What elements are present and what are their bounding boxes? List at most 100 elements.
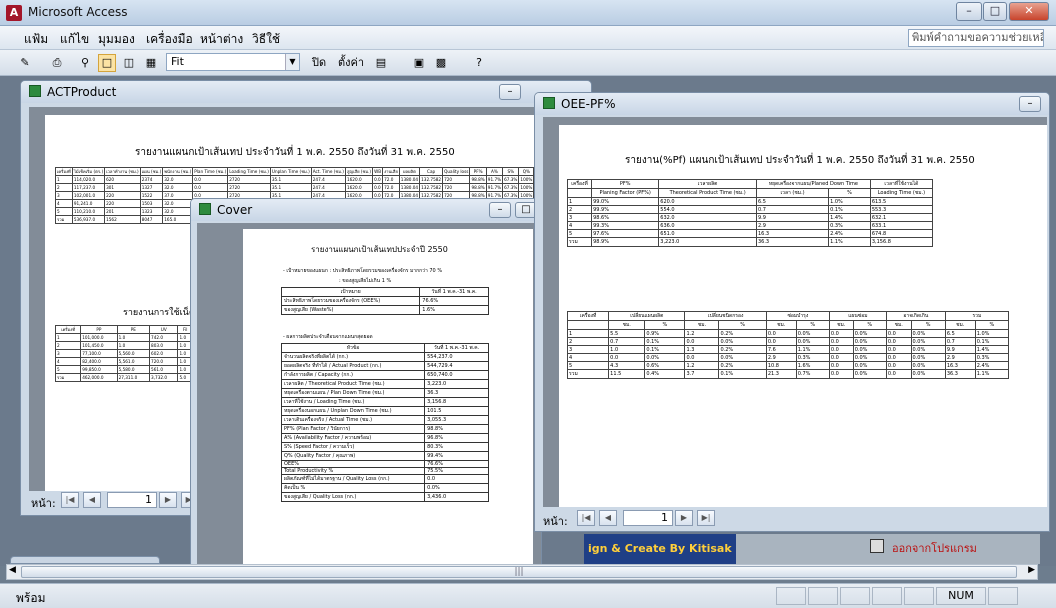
- one-page-icon[interactable]: □: [98, 54, 116, 72]
- table-header-cell: เครื่องที่: [566, 311, 610, 321]
- close-preview-button[interactable]: ปิด: [312, 54, 326, 72]
- pf-table: เครื่องที่ PF% เวลาผลิต หยุดเครื่องจากแผน/P…: [566, 179, 934, 247]
- minimize-button[interactable]: –: [1019, 96, 1041, 112]
- table-row: 5 97.6% 651.0 16.3 2.4% 674.8: [566, 229, 934, 238]
- menu-help[interactable]: วิธีใช้: [252, 30, 280, 49]
- table-cell: 101,450.0: [80, 341, 118, 350]
- maximize-button[interactable]: □: [983, 2, 1007, 21]
- table-header-cell: เป้าหมาย: [280, 287, 421, 297]
- exit-checkbox[interactable]: [870, 539, 884, 553]
- menu-tools[interactable]: เครื่องมือ: [146, 30, 193, 49]
- table-cell: 96.8%: [424, 433, 489, 443]
- table-row: Q% (Quality Factor / คุณภาพ) 99.4%: [280, 451, 489, 461]
- table-cell: 1.0: [116, 333, 151, 342]
- scrollbar-thumb[interactable]: |||: [21, 566, 1017, 578]
- table-cell: 0.0%: [795, 329, 830, 338]
- table-cell: 4: [55, 199, 73, 208]
- table-cell: 0.7%: [795, 369, 830, 379]
- next-page-button[interactable]: ▶: [675, 510, 693, 526]
- status-cell: [776, 587, 806, 605]
- table-cell: 0.4%: [644, 369, 686, 379]
- minimized-window[interactable]: [10, 556, 160, 564]
- table-cell: 37.0: [162, 191, 194, 200]
- first-page-button[interactable]: |◀: [61, 492, 79, 508]
- table-header-cell: %: [974, 320, 1010, 330]
- menu-file[interactable]: แฟ้ม: [24, 30, 48, 49]
- table-cell: 0.0%: [910, 345, 946, 354]
- prev-page-button[interactable]: ◀: [599, 510, 617, 526]
- table-cell: 101,000.0: [80, 333, 118, 342]
- multiple-pages-icon[interactable]: ▦: [142, 54, 160, 72]
- table-cell: 5: [55, 207, 73, 216]
- table-cell: 2.9: [755, 221, 830, 230]
- new-object-icon[interactable]: ▩: [432, 54, 450, 72]
- window-caption: Cover – □: [191, 199, 541, 221]
- table-cell: 0.0%: [852, 353, 887, 362]
- net-usage-table: เครื่องที่ PP PE UV Fil 1 101,000.0 1.0 742.0 1.0…: [54, 325, 193, 382]
- table-cell: 1.1%: [974, 369, 1010, 379]
- table-row: หยุดเครื่องตามแผน / Plan Down Time (ชม.)…: [280, 388, 489, 398]
- table-cell: 1323: [139, 207, 164, 216]
- table-header-cell: UV: [149, 325, 179, 334]
- table-cell: 1503: [139, 199, 164, 208]
- print-icon[interactable]: ⎙: [48, 54, 66, 72]
- first-page-button[interactable]: |◀: [577, 510, 595, 526]
- page-number-input[interactable]: 1: [107, 492, 157, 508]
- page-number-input[interactable]: 1: [623, 510, 673, 526]
- help-search-input[interactable]: พิมพ์คำถามขอความช่วยเหลือ: [908, 29, 1044, 47]
- help-icon[interactable]: ?: [470, 54, 488, 72]
- table-cell: 1522: [139, 191, 164, 200]
- last-page-button[interactable]: ▶|: [697, 510, 715, 526]
- minimize-button[interactable]: –: [499, 84, 521, 100]
- table-cell: 2: [55, 183, 73, 192]
- table-cell: 2: [54, 341, 82, 350]
- view-icon[interactable]: ✎: [16, 54, 34, 72]
- status-bar: พร้อม NUM: [0, 583, 1056, 608]
- minimize-button[interactable]: –: [489, 202, 511, 218]
- table-row: 4 82,400.0 5,561.0 720.0 1.0: [54, 357, 193, 366]
- table-header-cell: เปลี่ยนชนิดกรอง: [684, 311, 767, 321]
- table-row: 2 0.7 0.1% 0.0 0.0% 0.0 0.0% 0.0 0.0% 0.0 0.0% 0.7 0…: [566, 337, 1010, 346]
- horizontal-scrollbar[interactable]: ◀ ||| ▶: [6, 564, 1038, 580]
- table-cell: 0.0: [828, 329, 854, 338]
- table-cell: 98.8%: [469, 175, 487, 184]
- table-cell: 650,740.0: [424, 370, 489, 380]
- table-row: 5 99,850.0 5,580.0 561.0 1.0: [54, 365, 193, 374]
- scroll-right-icon[interactable]: ▶: [1028, 565, 1035, 575]
- minimize-button[interactable]: –: [956, 2, 982, 21]
- close-button[interactable]: ✕: [1009, 2, 1049, 21]
- scroll-left-icon[interactable]: ◀: [9, 565, 16, 575]
- menu-edit[interactable]: แก้ไข: [60, 30, 89, 49]
- next-page-button[interactable]: ▶: [159, 492, 177, 508]
- table-cell: 72.0: [382, 183, 400, 192]
- database-window-icon[interactable]: ▣: [410, 54, 428, 72]
- table-cell: 4.3: [608, 361, 646, 370]
- two-pages-icon[interactable]: ◫: [120, 54, 138, 72]
- table-cell: 3,156.8: [424, 397, 489, 407]
- table-cell: 91,241.0: [71, 199, 106, 208]
- table-cell: 0.0: [828, 353, 854, 362]
- zoom-select[interactable]: Fit ▼: [166, 53, 300, 71]
- table-header-cell: เครื่องที่: [566, 179, 593, 189]
- nav-label: หน้า:: [543, 515, 568, 528]
- table-cell: 67.3%: [502, 183, 520, 192]
- table-cell: 0.0: [372, 175, 384, 184]
- table-cell: รวม: [566, 369, 610, 379]
- setup-button[interactable]: ตั้งค่า: [338, 54, 364, 72]
- table-cell: 0.0: [828, 345, 854, 354]
- office-links-icon[interactable]: ▤: [372, 54, 390, 72]
- table-row: รวม 11.5 0.4% 3.7 0.1% 21.3 0.7% 0.0 0.0% 0.0 0.0%…: [566, 369, 1010, 379]
- menu-view[interactable]: มุมมอง: [98, 30, 135, 49]
- table-cell: 16.3: [755, 229, 830, 238]
- prev-page-button[interactable]: ◀: [83, 492, 101, 508]
- table-cell: 76.6%: [419, 296, 489, 306]
- table-cell: 0.3%: [795, 353, 830, 362]
- table-header-cell: เวลาผลิต: [658, 179, 757, 189]
- exit-program-link[interactable]: ออกจากโปรแกรม: [892, 539, 977, 557]
- table-cell: 36.3: [944, 369, 976, 379]
- table-cell: 36.3: [755, 237, 830, 247]
- zoom-icon[interactable]: ⚲: [76, 54, 94, 72]
- menu-window[interactable]: หน้าต่าง: [200, 30, 243, 49]
- table-cell: 0.2%: [718, 345, 767, 354]
- table-cell: S% (Speed Factor / ความเร็ว): [280, 442, 426, 452]
